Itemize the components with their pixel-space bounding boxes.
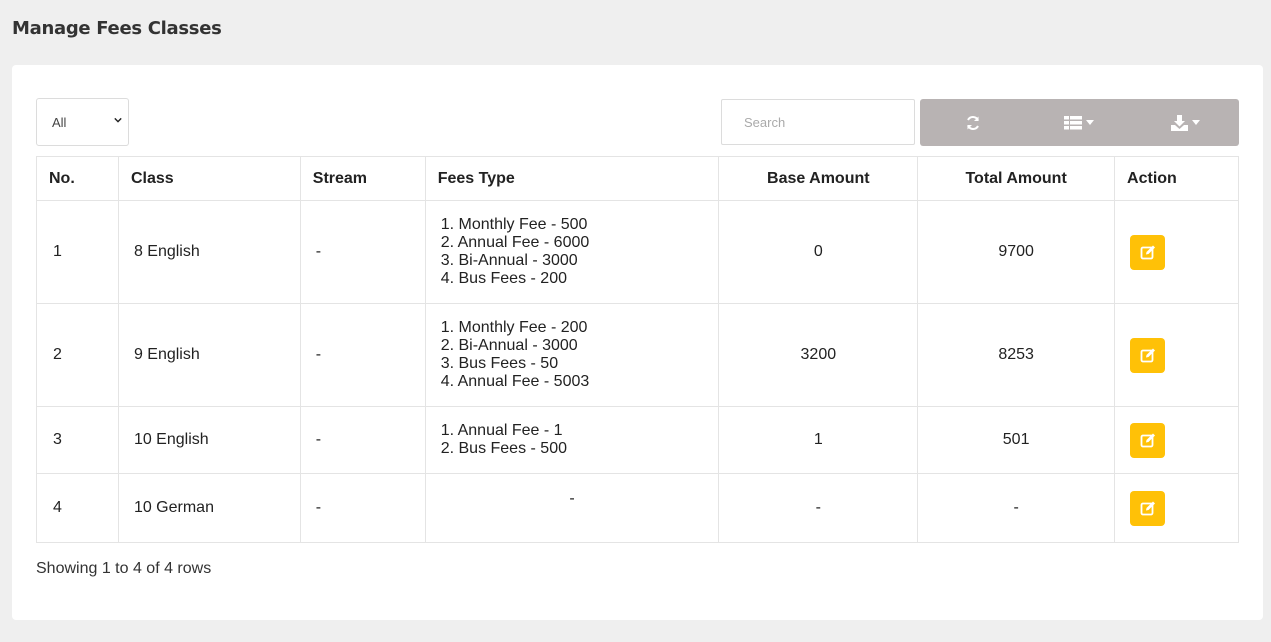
cell-no: 1 [36,200,119,304]
export-button[interactable] [1133,99,1239,146]
cell-no: 4 [36,473,119,543]
refresh-icon [967,115,980,130]
fee-line: 3. Bus Fees - 50 [440,355,559,372]
fee-line: 4. Annual Fee - 5003 [440,373,590,390]
cell-base-amount: - [718,473,919,543]
cell-class: 8 English [117,200,301,304]
search-input[interactable] [721,99,915,145]
cell-fees-type: 1. Annual Fee - 1 2. Bus Fees - 500 [424,406,720,474]
edit-button[interactable] [1130,337,1166,373]
cell-class: 10 German [117,473,301,543]
cell-stream: - [299,406,426,474]
cell-fees-type: 1. Monthly Fee - 200 2. Bi-Annual - 3000… [424,303,720,407]
header-action: Action [1114,156,1239,201]
cell-fees-type: 1. Monthly Fee - 500 2. Annual Fee - 600… [424,200,720,304]
export-icon [1171,114,1189,131]
refresh-button[interactable] [920,99,1026,146]
fees-classes-table: No. Class Stream Fees Type Base Amount T… [36,156,1239,543]
table-row: 3 10 English - 1. Annual Fee - 1 2. Bus … [36,406,1239,474]
table-row: 4 10 German - - - - [36,473,1239,543]
cell-total-amount: - [917,473,1116,543]
edit-button[interactable] [1130,422,1166,458]
rows-filter-select[interactable]: All [36,98,129,146]
fee-line: 2. Bus Fees - 500 [440,440,567,457]
columns-icon [1064,115,1083,129]
fee-line: 3. Bi-Annual - 3000 [440,252,578,269]
header-stream[interactable]: Stream [299,156,426,201]
fee-line: 2. Bi-Annual - 3000 [440,337,578,354]
edit-icon [1140,433,1155,448]
cell-action [1114,406,1239,474]
caret-down-icon [1086,120,1095,125]
cell-total-amount: 501 [917,406,1116,474]
edit-button[interactable] [1130,490,1166,526]
chevron-down-icon [114,117,122,123]
edit-button[interactable] [1130,234,1166,270]
table-header-row: No. Class Stream Fees Type Base Amount T… [36,156,1239,201]
cell-fees-type: - [424,473,720,543]
cell-total-amount: 8253 [917,303,1116,407]
cell-base-amount: 0 [718,200,919,304]
header-no[interactable]: No. [36,156,119,201]
table-row: 2 9 English - 1. Monthly Fee - 200 2. Bi… [36,303,1239,407]
cell-no: 3 [36,406,119,474]
pagination-info: Showing 1 to 4 of 4 rows [36,560,212,577]
edit-icon [1140,245,1155,260]
cell-total-amount: 9700 [917,200,1116,304]
fee-line: 2. Annual Fee - 6000 [440,234,590,251]
table-row: 1 8 English - 1. Monthly Fee - 500 2. An… [36,200,1239,304]
content-card: All Search No. Class Stream Fees Type Ba… [12,65,1263,620]
cell-class: 10 English [117,406,301,474]
header-fees-type[interactable]: Fees Type [424,156,720,201]
filter-selected-value: All [52,114,67,130]
cell-no: 2 [36,303,119,407]
header-class[interactable]: Class [117,156,301,201]
header-base-amount[interactable]: Base Amount [718,156,919,201]
cell-action [1114,473,1239,543]
cell-action [1114,200,1239,304]
columns-toggle-button[interactable] [1026,99,1132,146]
caret-down-icon [1192,120,1201,125]
cell-stream: - [299,473,426,543]
cell-action [1114,303,1239,407]
header-total-amount[interactable]: Total Amount [917,156,1116,201]
cell-base-amount: 3200 [718,303,919,407]
fee-line: 4. Bus Fees - 200 [440,270,567,287]
cell-class: 9 English [117,303,301,407]
cell-base-amount: 1 [718,406,919,474]
fee-line: 1. Monthly Fee - 500 [440,216,588,233]
edit-icon [1140,348,1155,363]
cell-stream: - [299,200,426,304]
page-title: Manage Fees Classes [12,18,222,39]
table-toolbar-button-group [920,99,1239,146]
fee-line: 1. Annual Fee - 1 [440,422,563,439]
fee-line: 1. Monthly Fee - 200 [440,319,588,336]
cell-stream: - [299,303,426,407]
edit-icon [1140,501,1155,516]
